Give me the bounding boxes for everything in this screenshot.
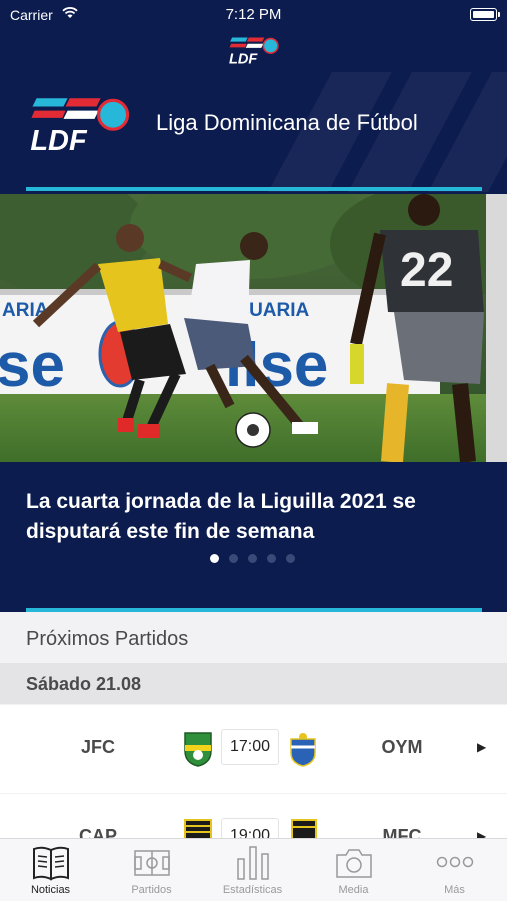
day-header: Sábado 21.08 [0, 663, 507, 704]
status-bar: Carrier 7:12 PM [0, 0, 507, 30]
carousel-dot[interactable] [210, 554, 219, 563]
upcoming-matches-header: Próximos Partidos [0, 616, 507, 662]
day-label: Sábado 21.08 [26, 674, 142, 694]
tab-bar: Noticias Partidos Estadísticas Media Más [0, 838, 507, 901]
carousel-dot[interactable] [248, 554, 257, 563]
carousel-dot[interactable] [286, 554, 295, 563]
away-team-crest-icon [290, 733, 316, 767]
tab-label: Media [338, 884, 369, 896]
home-team: JFC [80, 737, 115, 757]
carousel-dot[interactable] [267, 554, 276, 563]
svg-text:LDF: LDF [229, 52, 258, 66]
away-team: OYM [381, 737, 423, 757]
carousel-dot[interactable] [229, 554, 238, 563]
upcoming-matches-title: Próximos Partidos [26, 628, 189, 650]
more-dots-icon [436, 856, 474, 868]
tab-label: Noticias [30, 884, 71, 896]
soccer-field-icon [134, 850, 170, 876]
accent-line-top [26, 187, 482, 191]
accent-line-bottom [26, 608, 482, 612]
tab-media[interactable]: Media [303, 839, 404, 901]
tab-label: Estadísticas [222, 884, 283, 896]
carousel-page-indicator[interactable] [210, 550, 305, 563]
match-row[interactable]: JFC 17:00 OYM ▶ [0, 705, 507, 793]
tab-label: Más [444, 884, 465, 896]
camera-icon [336, 849, 372, 878]
tab-estadisticas[interactable]: Estadísticas [202, 839, 303, 901]
battery-icon [470, 8, 500, 21]
tab-partidos[interactable]: Partidos [101, 839, 202, 901]
chevron-right-icon: ▶ [477, 740, 487, 754]
bar-chart-icon [237, 846, 269, 880]
home-team-crest-icon [184, 732, 212, 767]
svg-text:LDF: LDF [30, 125, 88, 154]
ldf-small-logo: LDF [229, 37, 279, 66]
player-number: 22 [400, 244, 453, 297]
newspaper-icon [33, 846, 69, 881]
match-time: 17:00 [221, 729, 279, 765]
tab-noticias[interactable]: Noticias [0, 839, 101, 901]
banner-text-3: se [0, 331, 65, 400]
tab-label: Partidos [131, 884, 172, 896]
ldf-logo: LDF [30, 98, 130, 154]
app-header: Carrier 7:12 PM LDF LDF Liga Dominicana … [0, 0, 507, 612]
news-hero-image[interactable]: ARIA PECUARIA se ilse 22 [0, 194, 507, 462]
tab-mas[interactable]: Más [404, 839, 505, 901]
league-title: Liga Dominicana de Fútbol [156, 110, 418, 135]
status-time: 7:12 PM [225, 6, 282, 23]
news-headline[interactable]: La cuarta jornada de la Liguilla 2021 se… [26, 487, 486, 547]
